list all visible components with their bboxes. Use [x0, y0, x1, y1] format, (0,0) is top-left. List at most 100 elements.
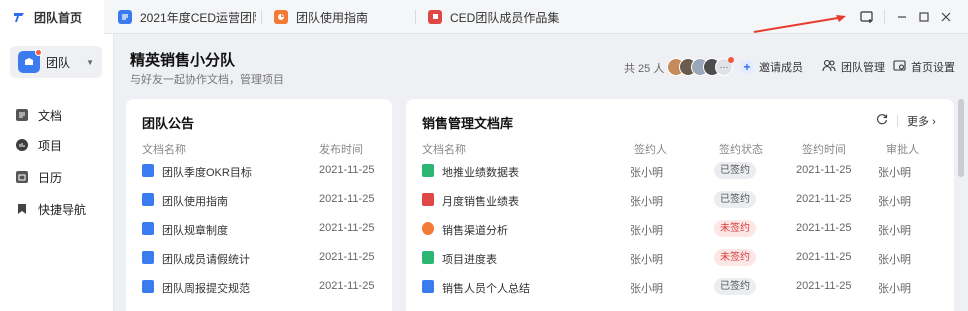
table-row[interactable]: 团队规章制度 2021-11-25 — [126, 215, 392, 244]
member-count: 共 25 人 — [624, 63, 665, 75]
sidebar-item-docs[interactable]: 文档 — [16, 104, 62, 126]
sheet-icon — [422, 251, 434, 264]
announcements-card: 团队公告 文档名称 发布时间 团队季度OKR目标 2021-11-25 团队使用… — [126, 99, 392, 311]
sidebar-item-calendar[interactable]: 日历 — [16, 166, 62, 188]
column-header: 签约时间 — [802, 144, 846, 156]
sidebar-item-quick-nav[interactable]: 快捷导航 — [16, 198, 86, 220]
tab-doc-ced[interactable]: 2021年度CED运营团队优秀 — [106, 0, 256, 34]
tab-team-home[interactable]: 团队首页 — [0, 0, 104, 34]
team-manage-button[interactable]: 团队管理 — [822, 58, 885, 76]
sidebar-item-label: 日历 — [38, 170, 63, 185]
status-badge: 已签约 — [714, 191, 756, 208]
approver: 张小明 — [878, 254, 911, 266]
ppt-icon — [422, 193, 434, 206]
doc-icon — [422, 280, 434, 293]
sign-date: 2021-11-25 — [796, 222, 852, 234]
page-subtitle: 与好友一起协作文档，管理项目 — [130, 74, 284, 86]
doc-icon — [142, 251, 154, 264]
status-badge: 已签约 — [714, 162, 756, 179]
table-row[interactable]: 销售渠道分析 张小明 未签约 2021-11-25 张小明 — [406, 215, 954, 244]
signer: 张小明 — [630, 283, 663, 295]
doc-name: 月度销售业绩表 — [442, 196, 519, 208]
card-title: 团队公告 — [142, 116, 195, 131]
table-row[interactable]: 月度销售业绩表 张小明 已签约 2021-11-25 张小明 — [406, 186, 954, 215]
more-label: 更多 — [907, 116, 929, 128]
status-badge: 未签约 — [714, 249, 756, 266]
home-settings-button[interactable]: 首页设置 — [893, 58, 955, 76]
table-row[interactable]: 项目进度表 张小明 未签约 2021-11-25 张小明 — [406, 244, 954, 273]
column-header: 签约状态 — [719, 144, 763, 156]
refresh-icon[interactable] — [876, 113, 888, 128]
column-header: 签约人 — [634, 144, 667, 156]
notification-dot — [35, 49, 42, 56]
slides-icon — [274, 10, 288, 24]
sidebar-item-projects[interactable]: 项目 — [16, 134, 62, 156]
tab-team-guide[interactable]: 团队使用指南 — [262, 0, 412, 34]
sheet-icon — [422, 164, 434, 177]
ppt-icon — [428, 10, 442, 24]
doc-name: 团队规章制度 — [162, 225, 228, 237]
column-header: 发布时间 — [319, 144, 363, 156]
tab-ced-portfolio[interactable]: CED团队成员作品集 — [416, 0, 566, 34]
doc-name: 团队成员请假统计 — [162, 254, 250, 266]
team-name: 团队 — [46, 55, 71, 70]
doc-icon — [16, 109, 28, 121]
tab-label: CED团队成员作品集 — [450, 10, 560, 25]
table-row[interactable]: 销售人员个人总结 张小明 已签约 2021-11-25 张小明 — [406, 273, 954, 302]
publish-date: 2021-11-25 — [319, 251, 375, 263]
doc-name: 团队周报提交规范 — [162, 283, 250, 295]
minimize-icon[interactable] — [890, 0, 914, 34]
sidebar-item-label: 文档 — [38, 108, 63, 123]
column-header: 文档名称 — [142, 144, 186, 156]
table-row[interactable]: 团队使用指南 2021-11-25 — [126, 186, 392, 215]
chevron-down-icon: ▼ — [86, 57, 94, 67]
scrollbar[interactable] — [958, 99, 964, 177]
signer: 张小明 — [630, 196, 663, 208]
chevron-right-icon: › — [932, 116, 936, 128]
team-manage-label: 团队管理 — [841, 62, 885, 74]
title-bar: 团队首页 2021年度CED运营团队优秀 团队使用指南 CED团队成员作品集 — [0, 0, 968, 34]
approver: 张小明 — [878, 167, 911, 179]
doc-icon — [142, 164, 154, 177]
sign-date: 2021-11-25 — [796, 251, 852, 263]
doc-name: 项目进度表 — [442, 254, 497, 266]
team-selector[interactable]: 团队 ▼ — [10, 46, 102, 78]
more-link[interactable]: 更多 › — [907, 113, 936, 129]
doc-icon — [142, 280, 154, 293]
tab-label: 团队使用指南 — [296, 10, 369, 25]
doc-name: 团队使用指南 — [162, 196, 228, 208]
project-icon — [16, 139, 28, 151]
table-row[interactable]: 地推业绩数据表 张小明 已签约 2021-11-25 张小明 — [406, 157, 954, 186]
doc-icon — [142, 222, 154, 235]
table-row[interactable]: 团队季度OKR目标 2021-11-25 — [126, 157, 392, 186]
team-manage-icon — [822, 59, 836, 75]
signer: 张小明 — [630, 225, 663, 237]
doc-name: 销售人员个人总结 — [442, 283, 530, 295]
sign-date: 2021-11-25 — [796, 164, 852, 176]
member-avatars[interactable]: ··· — [667, 57, 734, 76]
bookmark-icon — [16, 203, 28, 215]
publish-date: 2021-11-25 — [319, 280, 375, 292]
doc-icon — [118, 10, 132, 24]
publish-date: 2021-11-25 — [319, 164, 375, 176]
doc-name: 团队季度OKR目标 — [162, 167, 252, 179]
doc-name: 销售渠道分析 — [442, 225, 508, 237]
status-badge: 已签约 — [714, 278, 756, 295]
team-logo-icon — [12, 10, 26, 24]
sign-date: 2021-11-25 — [796, 193, 852, 205]
table-row[interactable]: 团队周报提交规范 2021-11-25 — [126, 273, 392, 302]
control-divider — [884, 10, 885, 24]
doc-icon — [142, 193, 154, 206]
maximize-icon[interactable] — [912, 0, 936, 34]
card-title: 销售管理文档库 — [422, 116, 514, 131]
invite-members-button[interactable]: + 邀请成员 — [740, 58, 803, 76]
approver: 张小明 — [878, 225, 911, 237]
more-members-icon: ··· — [715, 57, 734, 76]
sidebar-item-label: 项目 — [38, 138, 63, 153]
sign-date: 2021-11-25 — [796, 280, 852, 292]
new-window-icon[interactable] — [855, 0, 879, 34]
close-icon[interactable] — [934, 0, 958, 34]
plus-icon: + — [740, 60, 754, 74]
table-row[interactable]: 团队成员请假统计 2021-11-25 — [126, 244, 392, 273]
team-avatar — [18, 49, 42, 73]
